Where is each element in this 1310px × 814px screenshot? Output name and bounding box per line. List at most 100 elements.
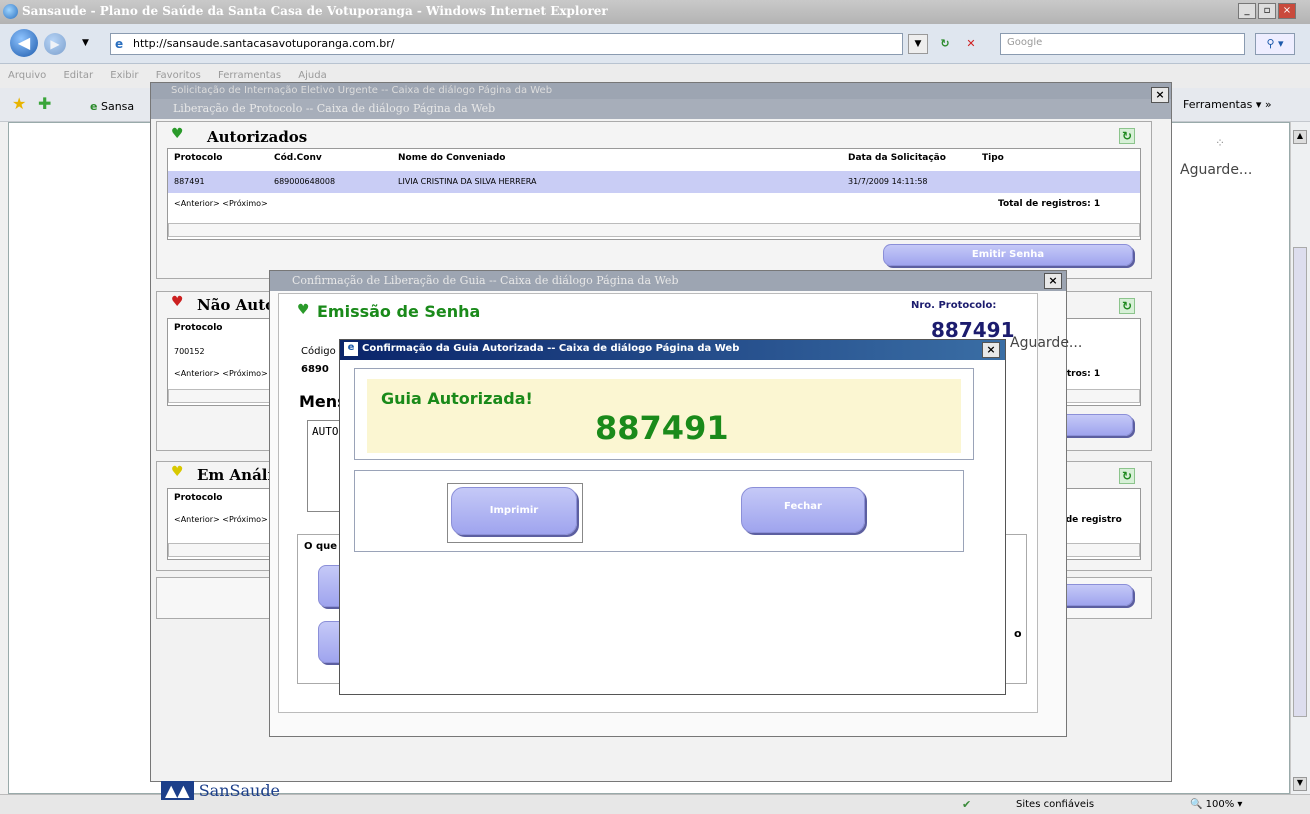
trusted-sites-icon: ✔	[962, 798, 972, 811]
authorized-section: ♥ Autorizados ↻ Protocolo Cód.Conv Nome …	[156, 121, 1152, 279]
window-title-bar: Sansaude - Plano de Saúde da Santa Casa …	[0, 0, 1310, 24]
authorized-grid: Protocolo Cód.Conv Nome do Conveniado Da…	[167, 148, 1141, 240]
confirmacao-liberacao-titlebar: Confirmação de Liberação de Guia -- Caix…	[270, 271, 1066, 291]
footer-logo: ▲▲ SanSaude	[161, 781, 280, 800]
print-button[interactable]: Imprimir	[451, 487, 577, 535]
guia-message: Guia Autorizada!	[381, 389, 533, 408]
protocol-label: Nro. Protocolo:	[911, 300, 997, 311]
menu-ajuda[interactable]: Ajuda	[298, 70, 326, 81]
analysis-pager[interactable]: <Anterior> <Próximo>	[174, 515, 268, 524]
liberacao-close-button[interactable]: ×	[1151, 87, 1169, 103]
authorized-pager[interactable]: <Anterior> <Próximo>	[174, 199, 268, 208]
behind-dialog-title: Solicitação de Internação Eletivo Urgent…	[151, 83, 1171, 99]
scroll-down-icon[interactable]: ▼	[1293, 777, 1307, 791]
footer-logo-text: SanSaude	[198, 781, 281, 800]
col-tipo: Tipo	[982, 153, 1004, 163]
scroll-up-icon[interactable]: ▲	[1293, 130, 1307, 144]
row-cod: 689000648008	[274, 177, 336, 186]
guia-autorizada-close[interactable]: ×	[982, 342, 1000, 358]
print-button-frame: Imprimir	[447, 483, 583, 543]
message-panel: Guia Autorizada! 887491	[354, 368, 974, 460]
guia-autorizada-title: Confirmação da Guia Autorizada -- Caixa …	[362, 343, 740, 354]
url-dropdown-button[interactable]: ▼	[908, 34, 928, 54]
guia-autorizada-dialog: e Confirmação da Guia Autorizada -- Caix…	[339, 339, 1006, 695]
table-row[interactable]: 887491 689000648008 LIVIA CRISTINA DA SI…	[168, 171, 1140, 193]
liberacao-dialog-title: Liberação de Protocolo -- Caixa de diálo…	[173, 102, 496, 115]
stop-icon[interactable]: ✕	[960, 34, 982, 54]
denied-col-protocolo: Protocolo	[174, 323, 223, 333]
confirmacao-liberacao-close[interactable]: ×	[1044, 273, 1062, 289]
emissao-pin-icon: ♥	[297, 302, 310, 318]
close-button[interactable]: Fechar	[741, 487, 865, 533]
menu-editar[interactable]: Editar	[63, 70, 93, 81]
liberacao-dialog-titlebar: Liberação de Protocolo -- Caixa de diálo…	[151, 99, 1171, 119]
search-placeholder: Google	[1007, 37, 1043, 48]
code-value: 6890	[301, 364, 329, 375]
analysis-col-protocolo: Protocolo	[174, 493, 223, 503]
close-window-button[interactable]: ×	[1278, 3, 1296, 19]
row-data: 31/7/2009 14:11:58	[848, 177, 928, 186]
code-label: Código	[301, 346, 336, 357]
back-button[interactable]: ◀	[10, 29, 38, 57]
col-data: Data da Solicitação	[848, 153, 946, 163]
col-protocolo: Protocolo	[174, 153, 223, 163]
tools-menu[interactable]: Ferramentas ▾ »	[1183, 98, 1272, 111]
yellow-pin-icon: ♥	[171, 464, 184, 480]
authorized-hscroll[interactable]	[168, 223, 1140, 237]
forward-button[interactable]: ▶	[44, 33, 66, 55]
emissao-heading: Emissão de Senha	[317, 302, 481, 321]
maximize-button[interactable]: ▫	[1258, 3, 1276, 19]
logo-mark-icon: ▲▲	[161, 781, 194, 800]
page-icon: e	[115, 37, 124, 51]
tab-label: Sansa	[100, 100, 135, 113]
search-input[interactable]: Google	[1000, 33, 1245, 55]
col-cod-conv: Cód.Conv	[274, 153, 322, 163]
dialog-page-icon: e	[344, 342, 358, 356]
denied-row[interactable]: 700152	[174, 347, 205, 356]
menu-arquivo[interactable]: Arquivo	[8, 70, 46, 81]
denied-pager[interactable]: <Anterior> <Próximo>	[174, 369, 268, 378]
add-favorite-icon[interactable]: ✚	[38, 94, 51, 113]
authorized-refresh-icon[interactable]: ↻	[1119, 128, 1135, 144]
search-icon[interactable]: ⚲ ▾	[1255, 33, 1295, 55]
authorized-total: Total de registros: 1	[998, 199, 1101, 209]
page-scrollbar[interactable]: ▲ ▼	[1290, 122, 1310, 794]
spinner-icon: ⁘	[1215, 136, 1226, 150]
ie-logo-icon	[3, 4, 18, 19]
url-input[interactable]: e http://sansaude.santacasavotuporanga.c…	[110, 33, 903, 55]
favorites-star-icon[interactable]: ★	[12, 94, 26, 113]
tab-icon: e	[90, 100, 98, 113]
message-box: Guia Autorizada! 887491	[367, 379, 961, 453]
dialog2-loading: Aguarde...	[1010, 335, 1083, 351]
menu-favoritos[interactable]: Favoritos	[156, 70, 201, 81]
guia-number: 887491	[595, 409, 729, 447]
browser-tab[interactable]: e Sansa	[90, 100, 134, 113]
menu-exibir[interactable]: Exibir	[110, 70, 138, 81]
url-text: http://sansaude.santacasavotuporanga.com…	[133, 37, 395, 50]
refresh-icon[interactable]: ↻	[934, 34, 956, 54]
options-question: O que	[304, 541, 338, 552]
window-title: Sansaude - Plano de Saúde da Santa Casa …	[22, 4, 608, 18]
analysis-refresh-icon[interactable]: ↻	[1119, 468, 1135, 484]
scroll-thumb[interactable]	[1293, 247, 1307, 717]
menu-ferramentas[interactable]: Ferramentas	[218, 70, 281, 81]
status-zone: Sites confiáveis	[1016, 799, 1095, 810]
green-pin-icon: ♥	[171, 126, 184, 142]
row-nome: LIVIA CRISTINA DA SILVA HERRERA	[398, 177, 537, 186]
authorized-title: Autorizados	[207, 128, 308, 146]
guia-autorizada-titlebar: e Confirmação da Guia Autorizada -- Caix…	[340, 340, 1005, 360]
confirmacao-liberacao-title: Confirmação de Liberação de Guia -- Caix…	[292, 274, 679, 287]
zoom-value: 100%	[1205, 799, 1235, 810]
loading-text: Aguarde...	[1180, 162, 1253, 178]
denied-refresh-icon[interactable]: ↻	[1119, 298, 1135, 314]
zoom-level[interactable]: 🔍 100% ▾	[1190, 799, 1242, 810]
tools-label: Ferramentas	[1183, 98, 1253, 111]
history-dropdown-icon[interactable]: ▼	[82, 38, 89, 48]
red-pin-icon: ♥	[171, 294, 184, 310]
row-protocolo: 887491	[174, 177, 205, 186]
actions-panel: Imprimir Fechar	[354, 470, 964, 552]
options-right-letter: o	[1014, 627, 1022, 640]
minimize-button[interactable]: _	[1238, 3, 1256, 19]
col-nome: Nome do Conveniado	[398, 153, 506, 163]
emitir-senha-button[interactable]: Emitir Senha	[883, 244, 1133, 266]
